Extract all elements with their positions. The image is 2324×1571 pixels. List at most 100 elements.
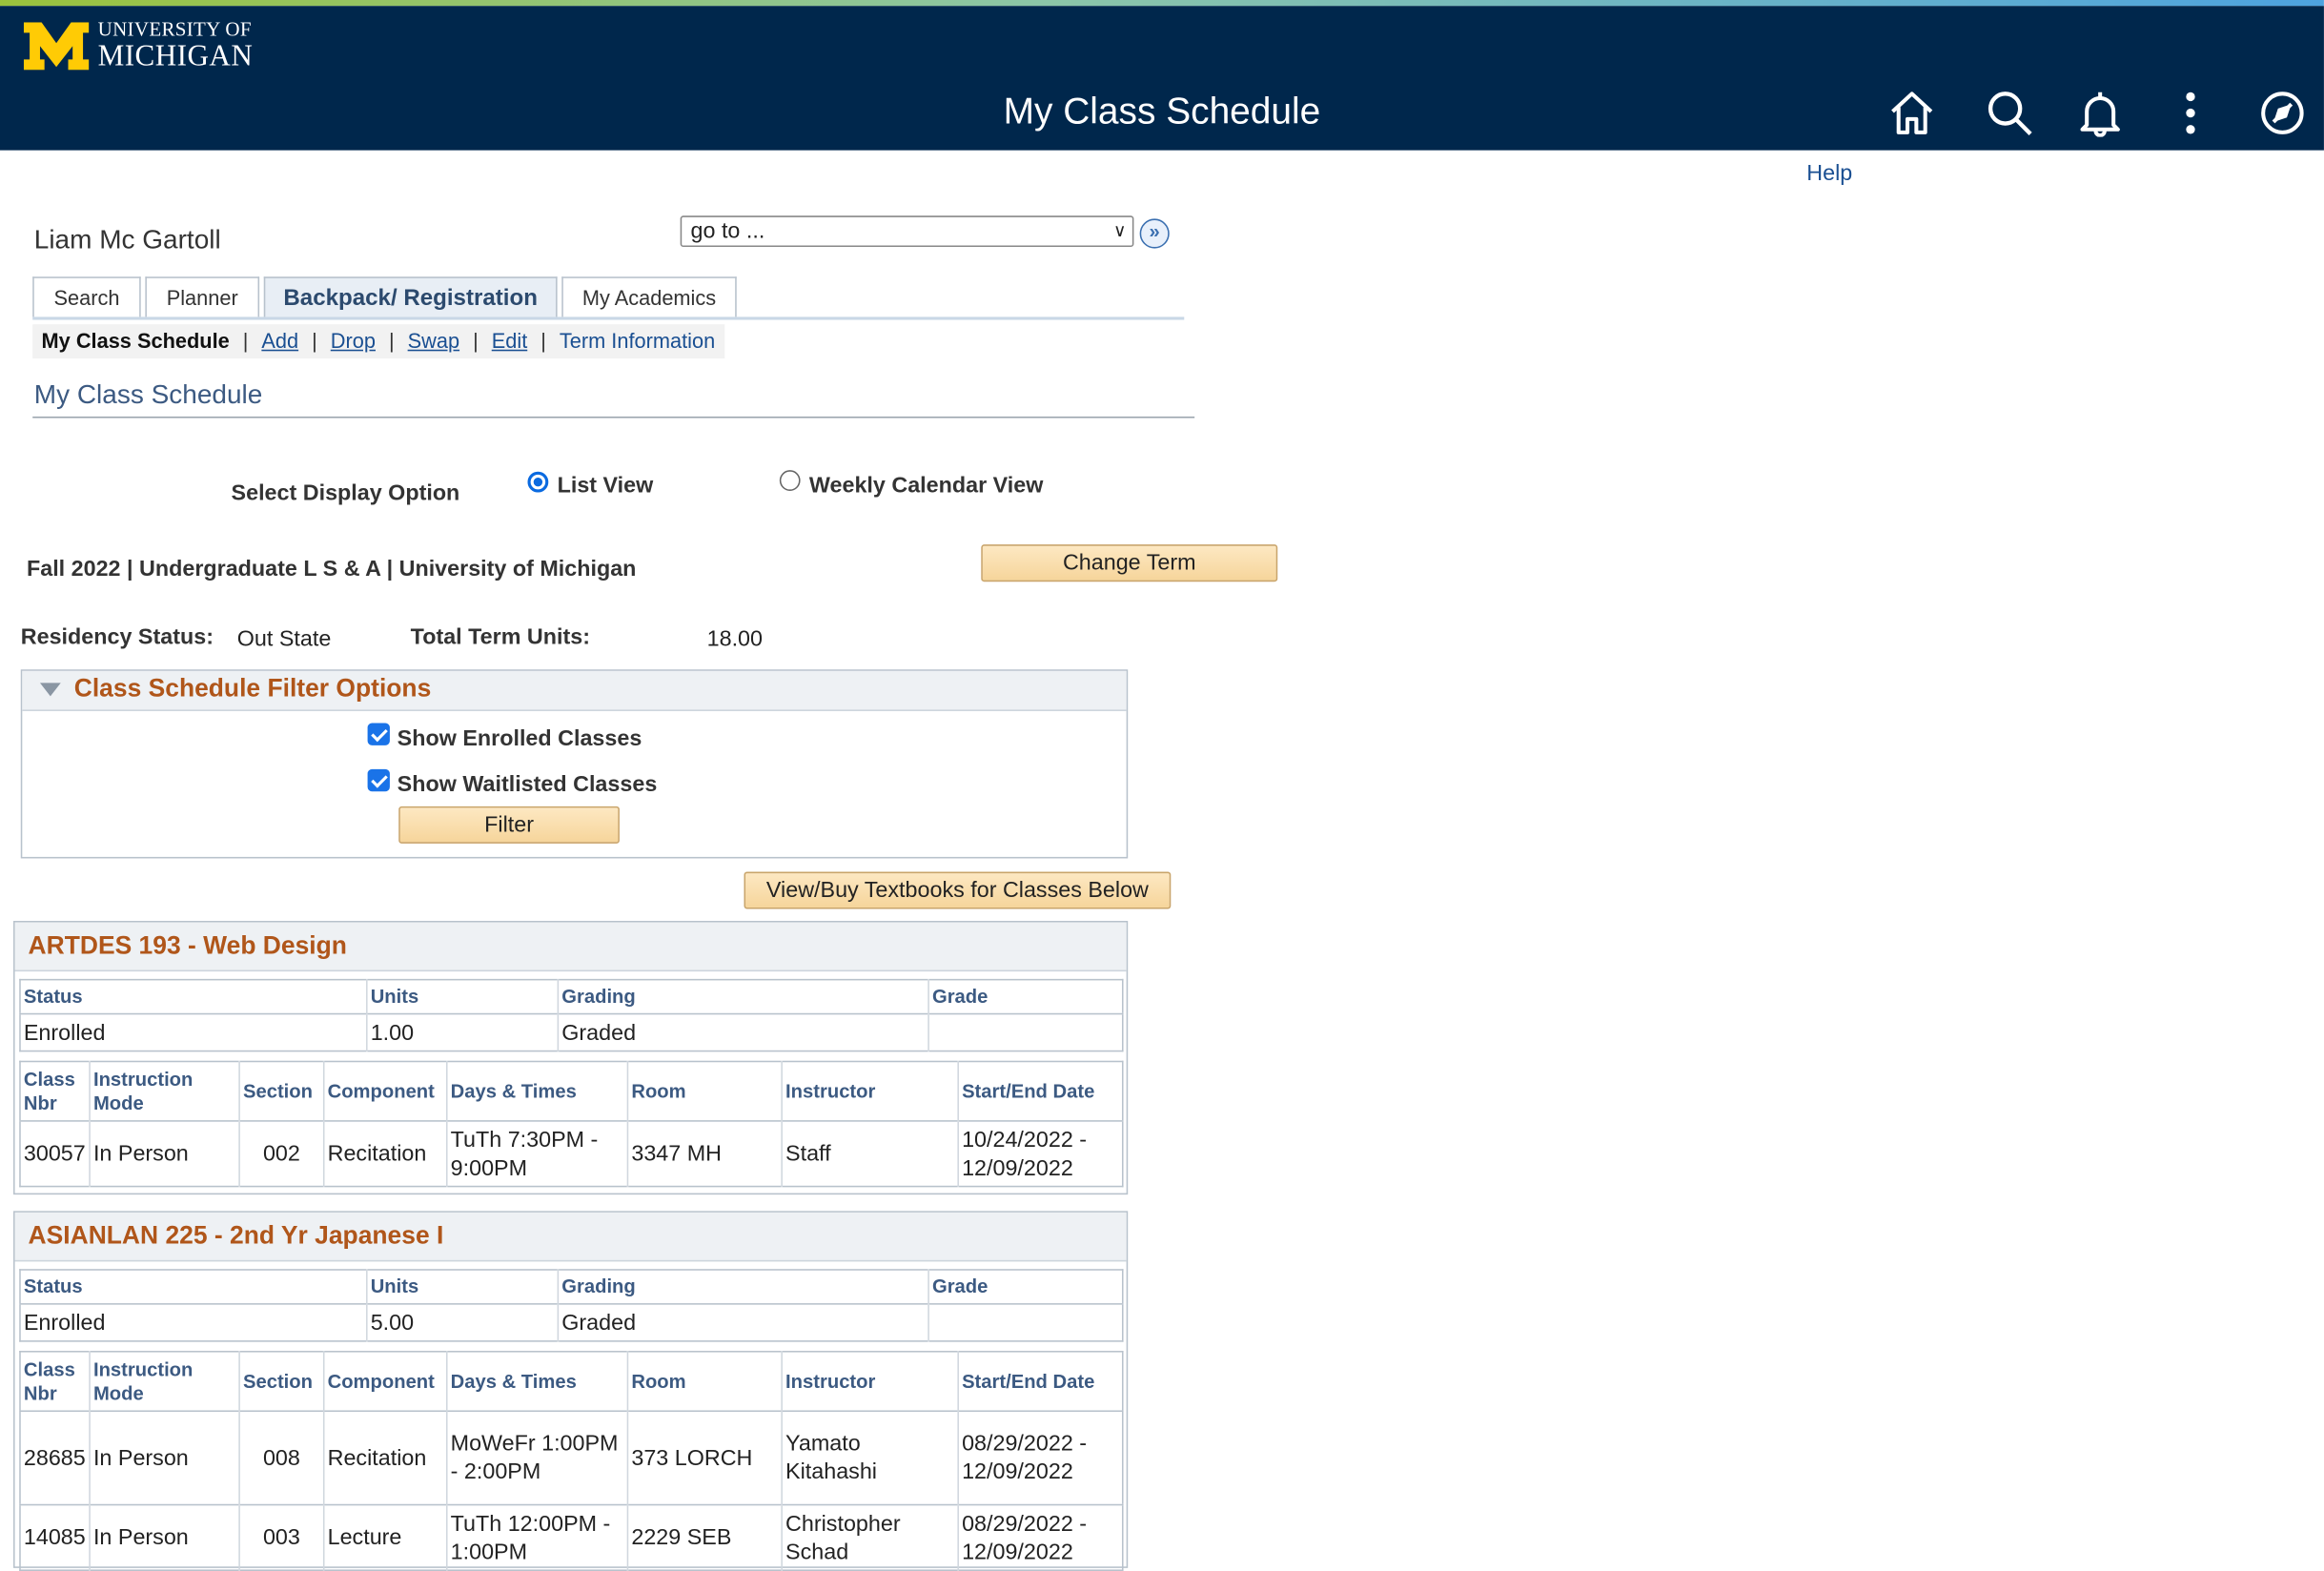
section-header: Section: [239, 1061, 325, 1121]
page-title: My Class Schedule: [33, 378, 263, 410]
course-summary-table: Status Units Grading Grade Enrolled 5.00…: [19, 1269, 1124, 1342]
component-cell: Recitation: [323, 1120, 448, 1187]
bell-icon[interactable]: [2076, 90, 2124, 137]
subnav-drop[interactable]: Drop: [331, 329, 376, 353]
tab-planner[interactable]: Planner: [145, 276, 260, 317]
grading-value: Graded: [558, 1012, 929, 1051]
goto-go-button[interactable]: »: [1139, 218, 1170, 249]
tab-my-academics[interactable]: My Academics: [561, 276, 737, 317]
section-link[interactable]: 003: [239, 1503, 325, 1571]
tab-search[interactable]: Search: [32, 276, 141, 317]
section-header: Section: [239, 1351, 325, 1412]
grade-header: Grade: [928, 979, 1123, 1014]
help-link[interactable]: Help: [1806, 161, 1852, 187]
course-detail-table: Class Nbr Instruction Mode Section Compo…: [19, 1351, 1124, 1571]
weekly-calendar-view-label[interactable]: Weekly Calendar View: [809, 473, 1043, 499]
status-value: Enrolled: [19, 1012, 368, 1051]
change-term-button[interactable]: Change Term: [981, 544, 1278, 582]
instructor-header: Instructor: [782, 1061, 959, 1121]
grading-header: Grading: [558, 1269, 929, 1304]
search-icon[interactable]: [1986, 90, 2033, 137]
title-divider: [32, 416, 1195, 418]
filter-button[interactable]: Filter: [398, 806, 620, 844]
weekly-calendar-view-radio[interactable]: [779, 470, 801, 491]
units-header: Units: [366, 979, 560, 1014]
days-times-cell: TuTh 12:00PM - 1:00PM: [446, 1503, 629, 1571]
filter-options-title: Class Schedule Filter Options: [73, 673, 432, 703]
instructor-cell: Staff: [782, 1120, 959, 1187]
instruction-mode-cell: In Person: [90, 1410, 240, 1505]
component-header: Component: [323, 1061, 448, 1121]
subnav-swap[interactable]: Swap: [408, 329, 459, 353]
class-nbr-cell: 14085: [19, 1503, 91, 1571]
section-link[interactable]: 002: [239, 1120, 325, 1187]
grading-value: Graded: [558, 1303, 929, 1341]
more-vertical-icon[interactable]: [2167, 90, 2214, 137]
residency-status-value: Out State: [236, 626, 332, 652]
room-header: Room: [627, 1351, 783, 1412]
wordmark-line1: UNIVERSITY OF: [97, 17, 252, 41]
component-cell: Lecture: [323, 1503, 448, 1571]
subnav-add[interactable]: Add: [261, 329, 298, 353]
residency-status-label: Residency Status:: [20, 624, 214, 650]
instruction-mode-cell: In Person: [90, 1503, 240, 1571]
subnav-term-information[interactable]: Term Information: [560, 329, 715, 353]
display-option-label: Select Display Option: [231, 480, 460, 506]
show-enrolled-checkbox[interactable]: [367, 723, 390, 745]
grade-value: [928, 1303, 1123, 1341]
term-description: Fall 2022 | Undergraduate L S & A | Univ…: [26, 556, 637, 582]
course-panel: ARTDES 193 - Web Design Status Units Gra…: [12, 921, 1129, 1195]
tab-backpack-registration[interactable]: Backpack/ Registration: [263, 276, 558, 317]
header-title: My Class Schedule: [1003, 91, 1321, 133]
start-end-date-header: Start/End Date: [958, 1351, 1123, 1412]
course-title: ASIANLAN 225 - 2nd Yr Japanese I: [28, 1221, 444, 1250]
filter-options-panel: Class Schedule Filter Options Show Enrol…: [20, 669, 1129, 859]
chevron-down-icon: ∨: [1112, 219, 1127, 241]
instruction-mode-header: Instruction Mode: [90, 1351, 240, 1412]
instructor-header: Instructor: [782, 1351, 959, 1412]
section-link[interactable]: 008: [239, 1410, 325, 1505]
show-waitlisted-checkbox[interactable]: [367, 768, 390, 792]
class-nbr-cell: 28685: [19, 1410, 91, 1505]
status-header: Status: [19, 1269, 368, 1304]
course-header: ARTDES 193 - Web Design: [14, 922, 1127, 972]
days-times-cell: MoWeFr 1:00PM - 2:00PM: [446, 1410, 629, 1505]
show-waitlisted-label[interactable]: Show Waitlisted Classes: [398, 772, 658, 798]
grade-value: [928, 1012, 1123, 1051]
view-buy-textbooks-button[interactable]: View/Buy Textbooks for Classes Below: [744, 871, 1172, 909]
class-nbr-cell: 30057: [19, 1120, 91, 1187]
start-end-date-header: Start/End Date: [958, 1061, 1123, 1121]
instruction-mode-cell: In Person: [90, 1120, 240, 1187]
status-value: Enrolled: [19, 1303, 368, 1341]
show-enrolled-label[interactable]: Show Enrolled Classes: [398, 726, 642, 752]
start-end-date-cell: 08/29/2022 - 12/09/2022: [958, 1503, 1123, 1571]
compass-icon[interactable]: [2259, 90, 2307, 137]
university-logo-m[interactable]: [23, 22, 90, 71]
component-cell: Recitation: [323, 1410, 448, 1505]
class-nbr-header: Class Nbr: [19, 1061, 91, 1121]
days-times-header: Days & Times: [446, 1061, 629, 1121]
collapse-triangle-icon[interactable]: [39, 683, 61, 697]
goto-select[interactable]: go to ... ∨: [680, 215, 1134, 248]
instructor-cell: Yamato Kitahashi: [782, 1410, 959, 1505]
start-end-date-cell: 08/29/2022 - 12/09/2022: [958, 1410, 1123, 1505]
home-icon[interactable]: [1888, 90, 1936, 137]
room-header: Room: [627, 1061, 783, 1121]
total-term-units-value: 18.00: [706, 626, 764, 652]
status-header: Status: [19, 979, 368, 1014]
course-title: ARTDES 193 - Web Design: [28, 930, 347, 960]
instruction-mode-header: Instruction Mode: [90, 1061, 240, 1121]
filter-options-header[interactable]: Class Schedule Filter Options: [22, 670, 1127, 711]
list-view-radio[interactable]: [527, 471, 549, 493]
subnav-edit[interactable]: Edit: [492, 329, 528, 353]
list-view-label[interactable]: List View: [558, 473, 654, 499]
grade-header: Grade: [928, 1269, 1123, 1304]
course-detail-table: Class Nbr Instruction Mode Section Compo…: [19, 1060, 1124, 1188]
units-value: 1.00: [366, 1012, 560, 1051]
user-name: Liam Mc Gartoll: [33, 224, 221, 255]
subnav-my-class-schedule: My Class Schedule: [41, 328, 230, 353]
course-summary-table: Status Units Grading Grade Enrolled 1.00…: [19, 978, 1124, 1052]
total-term-units-label: Total Term Units:: [410, 624, 591, 650]
units-value: 5.00: [366, 1303, 560, 1341]
instructor-cell: Christopher Schad: [782, 1503, 959, 1571]
